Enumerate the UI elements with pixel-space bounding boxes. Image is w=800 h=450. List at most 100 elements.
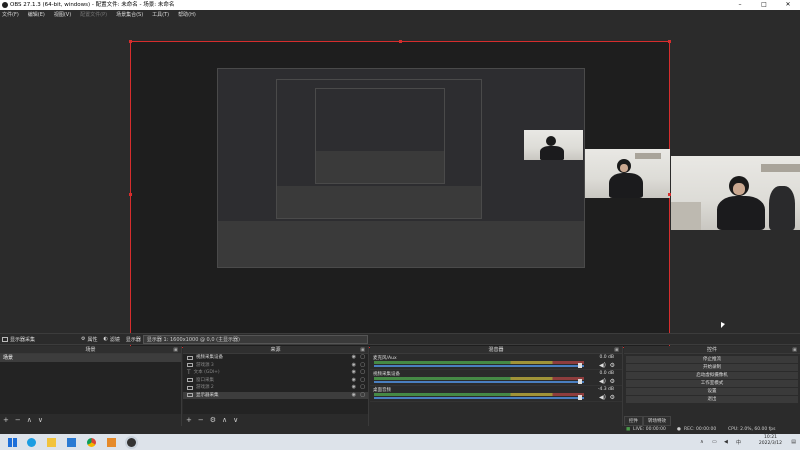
- exit-button[interactable]: 退出: [626, 396, 798, 403]
- speaker-icon[interactable]: ◀): [599, 362, 606, 369]
- lock-icon[interactable]: ▢: [360, 392, 365, 400]
- tab-transitions[interactable]: 转场特效: [643, 416, 671, 426]
- preview-area[interactable]: [0, 20, 800, 349]
- visibility-eye-icon[interactable]: ◉: [352, 369, 356, 377]
- move-up-icon[interactable]: ∧: [27, 416, 32, 424]
- dock-float-icon[interactable]: ▣: [614, 346, 619, 354]
- edge-icon[interactable]: [27, 438, 36, 447]
- docks: 场景 ▣ 场景 + − ∧ ∨ 来源 ▣ 视频采集设备 ◉ ▢ 游戏源 3 ◉ …: [0, 346, 800, 426]
- visibility-eye-icon[interactable]: ◉: [352, 392, 356, 400]
- dock-float-icon[interactable]: ▣: [173, 346, 178, 354]
- visibility-eye-icon[interactable]: ◉: [352, 354, 356, 362]
- windows-start-icon[interactable]: [8, 438, 17, 447]
- remove-icon[interactable]: −: [198, 416, 204, 424]
- notification-icon[interactable]: ▤: [791, 439, 796, 445]
- monitor-icon: [187, 393, 193, 398]
- window-icon: [187, 378, 193, 383]
- add-icon[interactable]: +: [3, 416, 9, 424]
- speaker-icon[interactable]: ◀): [599, 378, 606, 385]
- move-down-icon[interactable]: ∨: [38, 416, 43, 424]
- menu-profile[interactable]: 配置文件(P): [80, 10, 107, 20]
- mixer-title: 混音器: [488, 347, 504, 353]
- gear-icon[interactable]: ⚙: [610, 394, 615, 401]
- source-item[interactable]: 游戏源 2 ◉ ▢: [183, 384, 368, 392]
- language-icon[interactable]: 中: [736, 439, 741, 446]
- volume-slider-knob[interactable]: [578, 395, 582, 400]
- menu-view[interactable]: 视图(V): [54, 10, 71, 20]
- volume-slider-knob[interactable]: [578, 363, 582, 368]
- chevron-up-icon[interactable]: ∧: [700, 439, 704, 445]
- stop-streaming-button[interactable]: 停止推流: [626, 356, 798, 363]
- webcam-feed: [671, 156, 800, 230]
- lock-icon[interactable]: ▢: [360, 369, 365, 377]
- lock-icon[interactable]: ▢: [360, 362, 365, 370]
- menu-scene-collection[interactable]: 场景集合(S): [116, 10, 143, 20]
- filters-button[interactable]: ◐ 滤镜: [104, 336, 120, 343]
- menu-help[interactable]: 帮助(H): [178, 10, 196, 20]
- level-meter: [374, 361, 584, 364]
- scene-item[interactable]: 场景: [0, 354, 181, 362]
- visibility-eye-icon[interactable]: ◉: [352, 362, 356, 370]
- menu-file[interactable]: 文件(F): [2, 10, 19, 20]
- start-recording-button[interactable]: 开始录制: [626, 364, 798, 371]
- maximize-button[interactable]: □: [752, 0, 776, 10]
- sources-title: 来源: [270, 347, 281, 353]
- properties-label: 属性: [87, 336, 98, 343]
- studio-mode-button[interactable]: 工作室模式: [626, 380, 798, 387]
- gear-icon[interactable]: ⚙: [610, 362, 615, 369]
- properties-button[interactable]: ⚙ 属性: [81, 336, 98, 343]
- volume-slider[interactable]: [374, 381, 584, 383]
- dock-float-icon[interactable]: ▣: [360, 346, 365, 354]
- mouse-cursor: [721, 322, 725, 328]
- filter-icon: ◐: [103, 336, 108, 342]
- network-icon[interactable]: ▭: [712, 439, 717, 445]
- sources-header: 来源 ▣: [183, 346, 368, 354]
- volume-icon[interactable]: ◀: [724, 439, 728, 445]
- minimize-button[interactable]: –: [728, 0, 752, 10]
- level-meter: [374, 393, 584, 396]
- close-button[interactable]: ✕: [776, 0, 800, 10]
- menu-edit[interactable]: 编辑(E): [28, 10, 45, 20]
- dock-float-icon[interactable]: ▣: [792, 346, 797, 354]
- live-status: LIVE: 00:00:00: [633, 427, 666, 432]
- chrome-icon[interactable]: [87, 438, 96, 447]
- visibility-eye-icon[interactable]: ◉: [352, 377, 356, 385]
- app-icon[interactable]: [107, 438, 116, 447]
- status-bar: ■ LIVE: 00:00:00 ● REC: 00:00:00 CPU: 2.…: [0, 426, 800, 434]
- speaker-icon[interactable]: ◀): [599, 394, 606, 401]
- settings-button[interactable]: 设置: [626, 388, 798, 395]
- volume-slider[interactable]: [374, 397, 584, 399]
- obs-taskbar-icon[interactable]: [127, 438, 136, 447]
- gear-icon[interactable]: ⚙: [610, 378, 615, 385]
- start-virtual-camera-button[interactable]: 启动虚拟摄像机: [626, 372, 798, 379]
- controls-dock: 控件 ▣ 停止推流 开始录制 启动虚拟摄像机 工作室模式 设置 退出 控件 转场…: [624, 346, 800, 426]
- system-clock[interactable]: 10:21 2022/3/12: [759, 435, 782, 447]
- source-item[interactable]: 视频采集设备 ◉ ▢: [183, 354, 368, 362]
- menu-tools[interactable]: 工具(T): [152, 10, 169, 20]
- file-explorer-icon[interactable]: [47, 438, 56, 447]
- remove-icon[interactable]: −: [15, 416, 21, 424]
- lock-icon[interactable]: ▢: [360, 384, 365, 392]
- move-down-icon[interactable]: ∨: [233, 416, 238, 424]
- source-item[interactable]: 显示器采集 ◉ ▢: [183, 391, 368, 400]
- gear-icon[interactable]: ⚙: [210, 416, 216, 424]
- scenes-header: 场景 ▣: [0, 346, 181, 354]
- visibility-eye-icon[interactable]: ◉: [352, 384, 356, 392]
- volume-slider[interactable]: [374, 365, 584, 367]
- lock-icon[interactable]: ▢: [360, 354, 365, 362]
- source-item[interactable]: 窗口采集 ◉ ▢: [183, 377, 368, 385]
- menu-bar: 文件(F) 编辑(E) 视图(V) 配置文件(P) 场景集合(S) 工具(T) …: [0, 10, 800, 20]
- source-item[interactable]: T 文本 (GDI+) ◉ ▢: [183, 369, 368, 377]
- add-icon[interactable]: +: [186, 416, 192, 424]
- store-icon[interactable]: [67, 438, 76, 447]
- tab-controls[interactable]: 控件: [624, 416, 643, 426]
- display-select[interactable]: 显示器 1: 1600x1000 @ 0,0 (主显示器): [142, 334, 368, 344]
- lock-icon[interactable]: ▢: [360, 377, 365, 385]
- source-label: 显示器采集: [196, 392, 219, 398]
- volume-slider-knob[interactable]: [578, 379, 582, 384]
- filters-label: 滤镜: [109, 336, 120, 343]
- source-item[interactable]: 游戏源 3 ◉ ▢: [183, 362, 368, 370]
- move-up-icon[interactable]: ∧: [222, 416, 227, 424]
- text-icon: T: [187, 369, 191, 376]
- preview-canvas[interactable]: [129, 40, 671, 349]
